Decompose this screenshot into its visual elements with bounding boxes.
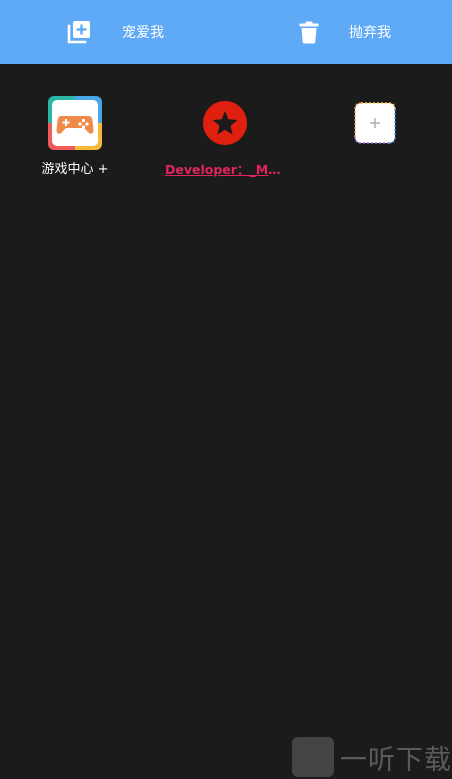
- watermark-logo: [292, 737, 334, 777]
- developer-link[interactable]: Developer：_Mr.Zhang: [165, 162, 285, 178]
- app-item-developer[interactable]: Developer：_Mr.Zhang: [150, 96, 300, 178]
- star-badge-icon: [203, 101, 247, 145]
- add-slot-icon: [354, 102, 396, 144]
- app-item-game-center[interactable]: 游戏中心 +: [0, 96, 150, 178]
- watermark: 一听下载: [292, 737, 452, 777]
- app-root: 宠爱我 抛弃我 游戏中心 + Developer：_Mr. 一听下载: [0, 0, 452, 779]
- trash-icon: [299, 21, 319, 44]
- top-action-bar: 宠爱我 抛弃我: [0, 0, 452, 64]
- favorite-button-label: 宠爱我: [122, 25, 164, 41]
- discard-button[interactable]: 抛弃我: [296, 0, 391, 64]
- favorite-button[interactable]: 宠爱我: [66, 0, 164, 64]
- gamepad-icon: [48, 96, 102, 150]
- app-label: 游戏中心 +: [41, 162, 109, 177]
- discard-button-label: 抛弃我: [349, 25, 391, 41]
- add-to-library-icon: [67, 21, 90, 44]
- watermark-text: 一听下载: [340, 744, 452, 776]
- app-item-add-slot[interactable]: [301, 96, 451, 150]
